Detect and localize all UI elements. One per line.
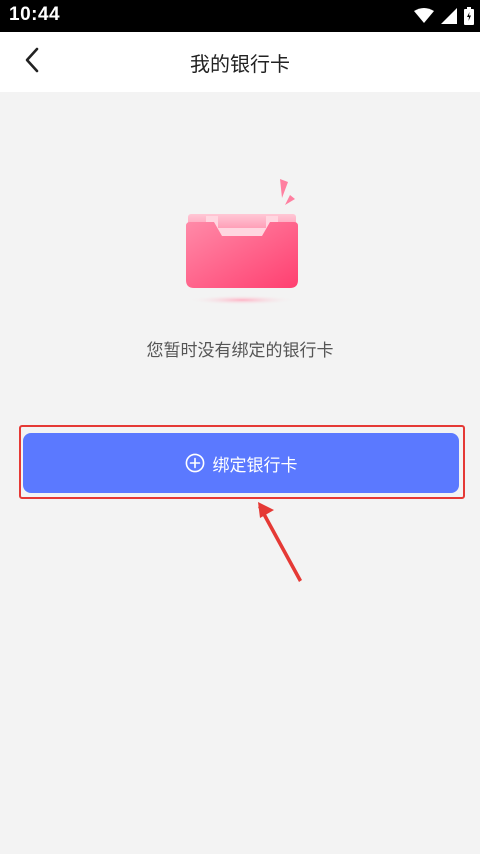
bind-card-label: 绑定银行卡	[212, 455, 298, 476]
signal-icon	[441, 8, 457, 24]
bind-card-button[interactable]: 绑定银行卡	[23, 433, 459, 493]
plus-circle-icon	[185, 453, 205, 473]
pointer-arrow	[250, 492, 310, 584]
page-title: 我的银行卡	[190, 52, 290, 76]
empty-box-icon	[178, 176, 306, 306]
battery-icon	[464, 7, 474, 25]
nav-bar: 我的银行卡	[0, 32, 480, 92]
wifi-icon	[414, 8, 434, 24]
main-content: 您暂时没有绑定的银行卡 绑定银行卡	[0, 92, 480, 854]
status-icons	[414, 6, 474, 26]
empty-state-message: 您暂时没有绑定的银行卡	[146, 341, 334, 361]
status-bar: 10:44	[0, 0, 480, 32]
status-time: 10:44	[9, 4, 61, 25]
